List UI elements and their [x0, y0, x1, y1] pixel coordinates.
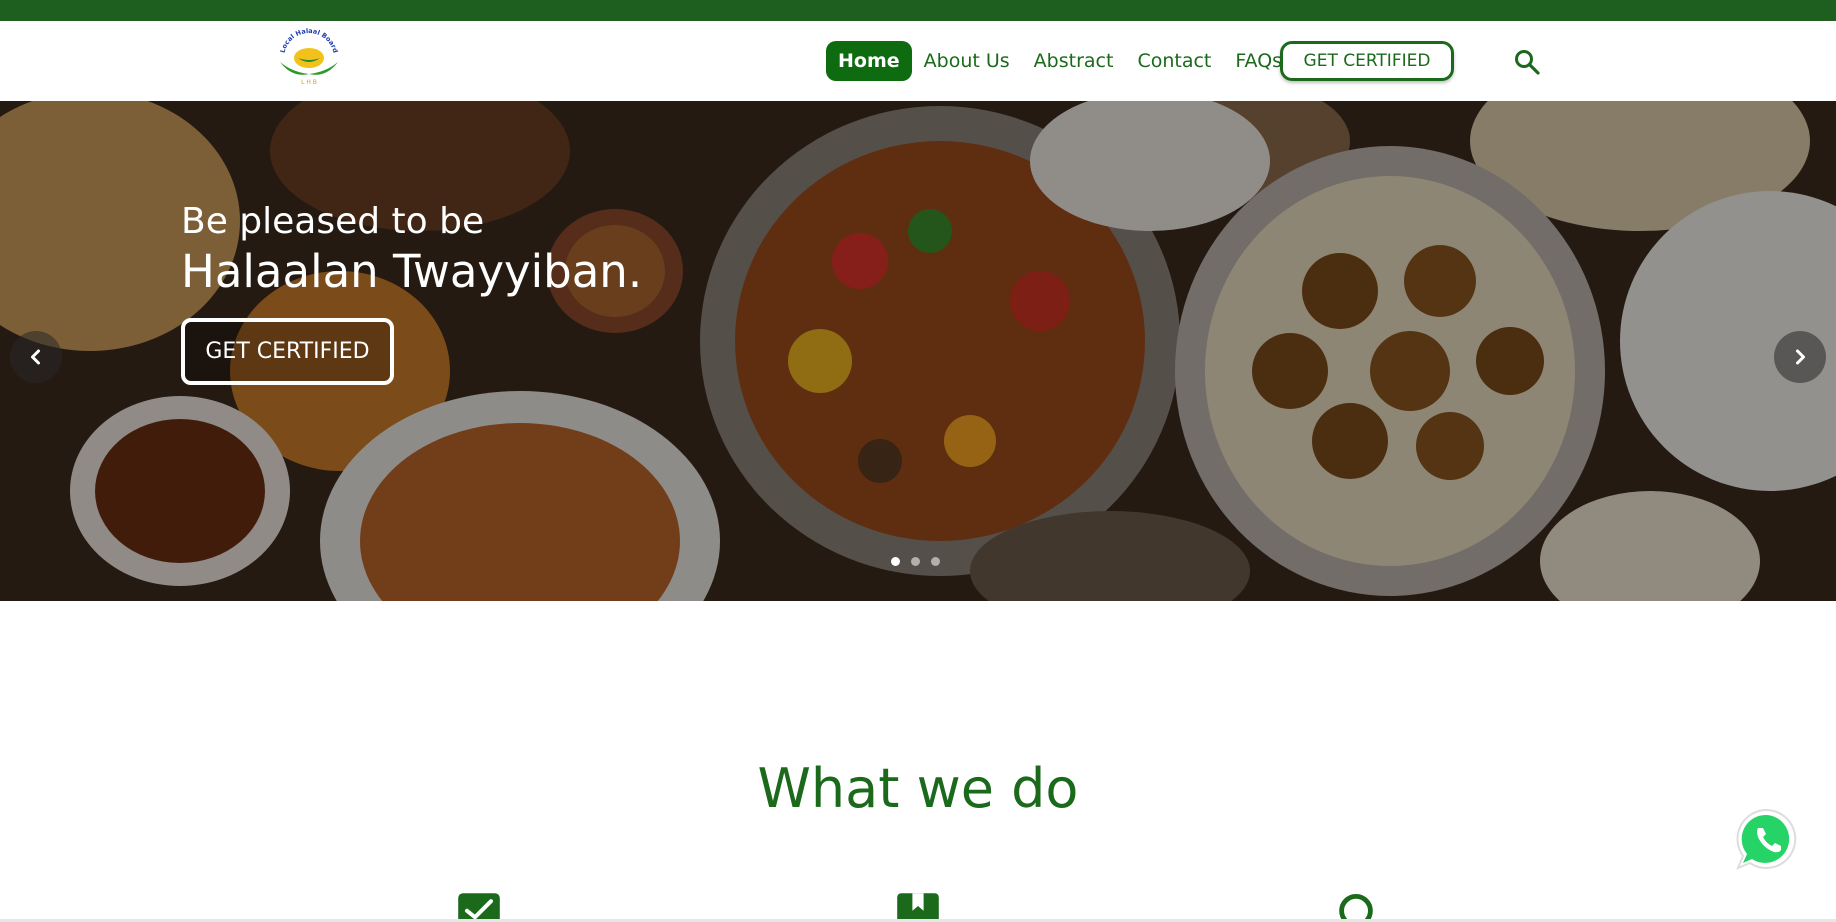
carousel-prev-button[interactable]: [10, 331, 62, 383]
carousel-dot-2[interactable]: [911, 557, 920, 566]
logo-letters: L H B: [301, 79, 317, 86]
top-accent-bar: [0, 0, 1836, 21]
header-get-certified-button[interactable]: GET CERTIFIED: [1280, 41, 1454, 81]
nav-abstract[interactable]: Abstract: [1022, 41, 1126, 81]
checkbox-icon: [458, 893, 500, 922]
carousel-indicators: [891, 557, 940, 566]
section-title: What we do: [757, 757, 1079, 820]
logo[interactable]: Local Halaal Board L H B: [270, 28, 348, 86]
hero-get-certified-button[interactable]: GET CERTIFIED: [181, 318, 394, 385]
carousel-next-button[interactable]: [1774, 331, 1826, 383]
chevron-right-icon: [1796, 349, 1805, 365]
main-nav: Home About Us Abstract Contact FAQs: [826, 40, 1294, 82]
bookmark-icon: [897, 893, 939, 922]
hero-title: Halaalan Twayyiban.: [181, 245, 643, 298]
chevron-left-icon: [31, 349, 40, 365]
magnifier-icon: [1339, 894, 1373, 922]
hero-carousel: Be pleased to be Halaalan Twayyiban. GET…: [0, 101, 1836, 601]
nav-home[interactable]: Home: [826, 41, 912, 81]
hero-subtitle: Be pleased to be: [181, 201, 485, 242]
carousel-dot-3[interactable]: [931, 557, 940, 566]
nav-contact[interactable]: Contact: [1125, 41, 1223, 81]
carousel-dot-1[interactable]: [891, 557, 900, 566]
whatsapp-icon[interactable]: [1732, 805, 1802, 875]
search-icon[interactable]: [1513, 48, 1541, 76]
nav-about-us[interactable]: About Us: [912, 41, 1022, 81]
